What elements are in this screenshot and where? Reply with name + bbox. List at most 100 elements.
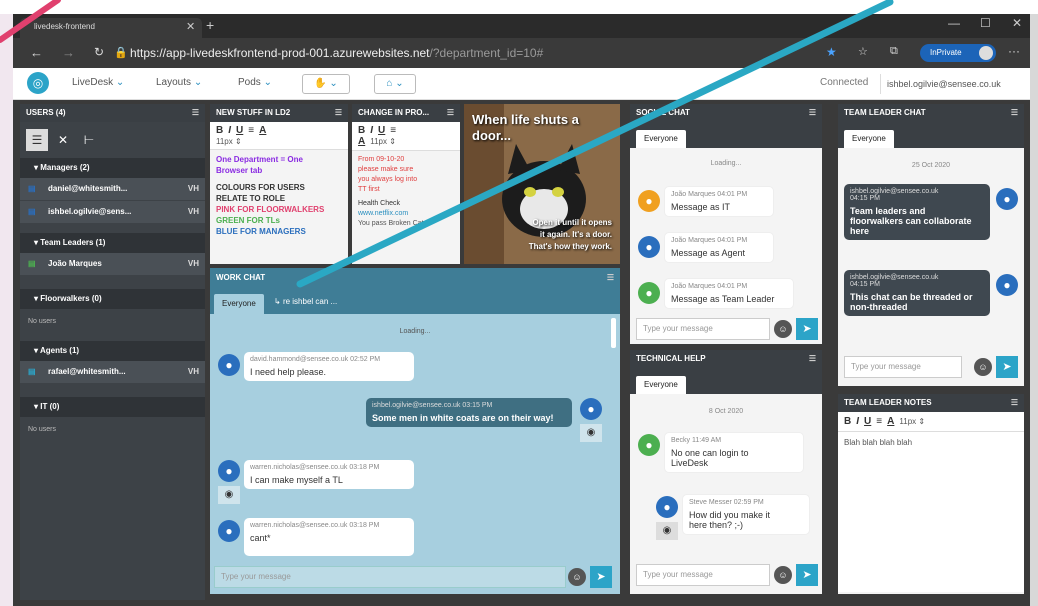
change-in-content[interactable]: From 09-10-20 please make sure you alway…	[352, 151, 460, 233]
chat-message[interactable]: João Marques 04:01 PM Message as Agent	[664, 232, 774, 263]
more-icon[interactable]: ···	[1008, 44, 1020, 58]
font-color-button[interactable]: A	[259, 125, 266, 136]
chat-message[interactable]: Steve Messer 02:59 PM How did you make it…	[682, 494, 810, 535]
chat-message[interactable]: warren.nicholas@sensee.co.uk 03:18 PM can…	[244, 518, 414, 556]
send-button[interactable]: ➤	[796, 318, 818, 340]
new-stuff-content[interactable]: One Department = One Browser tab COLOURS…	[210, 150, 348, 241]
user-row[interactable]: ▤ João Marques VH	[20, 253, 205, 275]
user-tag: VH	[187, 367, 199, 376]
underline-button[interactable]: U	[236, 125, 243, 136]
livedesk-logo-icon[interactable]: ◎	[27, 72, 49, 94]
new-stuff-panel: NEW STUFF IN LD2 ☰ B I U ≡ A 11px ⇕ One D…	[210, 104, 348, 264]
tab-everyone[interactable]: Everyone	[844, 130, 894, 148]
font-size-select[interactable]: 11px ⇕	[899, 417, 925, 426]
message-input[interactable]: Type your message	[844, 356, 962, 378]
browser-tab[interactable]: livedesk-frontend ✕	[20, 18, 202, 38]
user-avatar-icon: ●	[580, 398, 602, 420]
hamburger-icon[interactable]: ☰	[335, 104, 342, 122]
maximize-icon[interactable]: ☐	[980, 16, 991, 30]
message-input[interactable]: Type your message	[636, 564, 770, 586]
nav-pods[interactable]: Pods ⌄	[238, 76, 272, 90]
hamburger-icon[interactable]: ☰	[447, 104, 454, 122]
user-row[interactable]: ▤ daniel@whitesmith... VH	[20, 178, 205, 200]
meme-bottom-line: That's how they work.	[528, 242, 612, 251]
favorites-icon[interactable]: ☆	[858, 45, 868, 58]
chat-message[interactable]: david.hammond@sensee.co.uk 02:52 PM I nee…	[244, 352, 414, 381]
emoji-icon[interactable]: ☺	[774, 566, 792, 584]
message-input[interactable]: Type your message	[214, 566, 566, 588]
group-header-managers[interactable]: ▾ Managers (2)	[20, 158, 205, 178]
chat-message[interactable]: warren.nicholas@sensee.co.uk 03:18 PM I c…	[244, 460, 414, 489]
tab-thread[interactable]: ↳ re ishbel can ...	[274, 297, 337, 306]
eye-icon[interactable]: ◉	[218, 486, 240, 504]
align-button[interactable]: ≡	[876, 416, 882, 427]
tab-everyone[interactable]: Everyone	[636, 376, 686, 394]
hamburger-icon[interactable]: ☰	[192, 104, 199, 122]
hamburger-icon[interactable]: ☰	[1011, 394, 1018, 412]
chat-message[interactable]: Becky 11:49 AM No one can login to LiveDes…	[664, 432, 804, 473]
close-window-icon[interactable]: ✕	[1012, 16, 1022, 30]
current-user[interactable]: ishbel.ogilvie@sensee.co.uk	[880, 74, 1025, 94]
chat-message-own[interactable]: ishbel.ogilvie@sensee.co.uk 03:15 PM Some…	[366, 398, 572, 427]
font-size-value: 11px	[216, 137, 233, 146]
group-header-floorwalkers[interactable]: ▾ Floorwalkers (0)	[20, 289, 205, 309]
favorite-star-icon[interactable]: ★	[826, 45, 837, 59]
chat-message[interactable]: João Marques 04:01 PM Message as IT	[664, 186, 774, 217]
send-button[interactable]: ➤	[796, 564, 818, 586]
font-size-select[interactable]: 11px ⇕	[370, 137, 396, 146]
scrollbar[interactable]	[611, 318, 616, 348]
list-view-icon[interactable]: ☰	[26, 129, 48, 151]
emoji-icon[interactable]: ☺	[568, 568, 586, 586]
hamburger-icon[interactable]: ☰	[1011, 104, 1018, 122]
hamburger-icon[interactable]: ☰	[809, 350, 816, 368]
hamburger-icon[interactable]: ☰	[607, 268, 614, 288]
url-field[interactable]: https://app-livedeskfrontend-prod-001.az…	[130, 43, 820, 63]
bold-button[interactable]: B	[844, 416, 851, 427]
tab-everyone[interactable]: Everyone	[636, 130, 686, 148]
minimize-icon[interactable]: —	[948, 16, 960, 30]
nav-livedesk[interactable]: LiveDesk ⌄	[72, 76, 124, 90]
underline-button[interactable]: U	[378, 125, 385, 136]
message-input[interactable]: Type your message	[636, 318, 770, 340]
refresh-icon[interactable]: ↻	[94, 45, 104, 59]
expand-icon[interactable]: ✕	[52, 129, 74, 151]
collections-icon[interactable]: ⧉	[890, 45, 898, 58]
eye-icon[interactable]: ◉	[580, 424, 602, 442]
new-tab-icon[interactable]: +	[206, 17, 214, 33]
emoji-icon[interactable]: ☺	[774, 320, 792, 338]
italic-button[interactable]: I	[228, 125, 231, 136]
notes-editor[interactable]: Blah blah blah blah	[838, 432, 1024, 592]
chat-message[interactable]: ishbel.ogilvie@sensee.co.uk 04:15 PM This …	[844, 270, 990, 316]
bold-button[interactable]: B	[358, 125, 365, 136]
hierarchy-icon[interactable]: ⊢	[78, 129, 100, 151]
group-header-agents[interactable]: ▾ Agents (1)	[20, 341, 205, 361]
home-dropdown-button[interactable]: ⌂ ⌄	[374, 74, 416, 94]
hamburger-icon[interactable]: ☰	[809, 104, 816, 122]
send-button[interactable]: ➤	[590, 566, 612, 588]
font-size-select[interactable]: 11px ⇕	[216, 137, 242, 146]
tab-everyone[interactable]: Everyone	[214, 294, 264, 314]
forward-icon[interactable]: →	[62, 45, 75, 60]
align-button[interactable]: ≡	[390, 125, 396, 136]
hand-dropdown-button[interactable]: ✋ ⌄	[302, 74, 350, 94]
font-color-button[interactable]: A	[358, 136, 365, 147]
emoji-icon[interactable]: ☺	[974, 358, 992, 376]
align-button[interactable]: ≡	[248, 125, 254, 136]
italic-button[interactable]: I	[856, 416, 859, 427]
bold-button[interactable]: B	[216, 125, 223, 136]
user-row[interactable]: ▤ rafael@whitesmith... VH	[20, 361, 205, 383]
eye-icon[interactable]: ◉	[656, 522, 678, 540]
italic-button[interactable]: I	[370, 125, 373, 136]
font-color-button[interactable]: A	[887, 416, 894, 427]
chat-message[interactable]: João Marques 04:01 PM Message as Team Lea…	[664, 278, 794, 309]
user-row[interactable]: ▤ ishbel.ogilvie@sens... VH	[20, 201, 205, 223]
group-header-it[interactable]: ▾ IT (0)	[20, 397, 205, 417]
send-button[interactable]: ➤	[996, 356, 1018, 378]
underline-button[interactable]: U	[864, 416, 871, 427]
close-tab-icon[interactable]: ✕	[186, 20, 195, 33]
chat-message[interactable]: ishbel.ogilvie@sensee.co.uk 04:15 PM Team …	[844, 184, 990, 240]
nav-layouts[interactable]: Layouts ⌄	[156, 76, 202, 90]
group-header-team-leaders[interactable]: ▾ Team Leaders (1)	[20, 233, 205, 253]
inprivate-badge[interactable]: InPrivate	[920, 44, 996, 62]
back-icon[interactable]: ←	[30, 45, 43, 60]
